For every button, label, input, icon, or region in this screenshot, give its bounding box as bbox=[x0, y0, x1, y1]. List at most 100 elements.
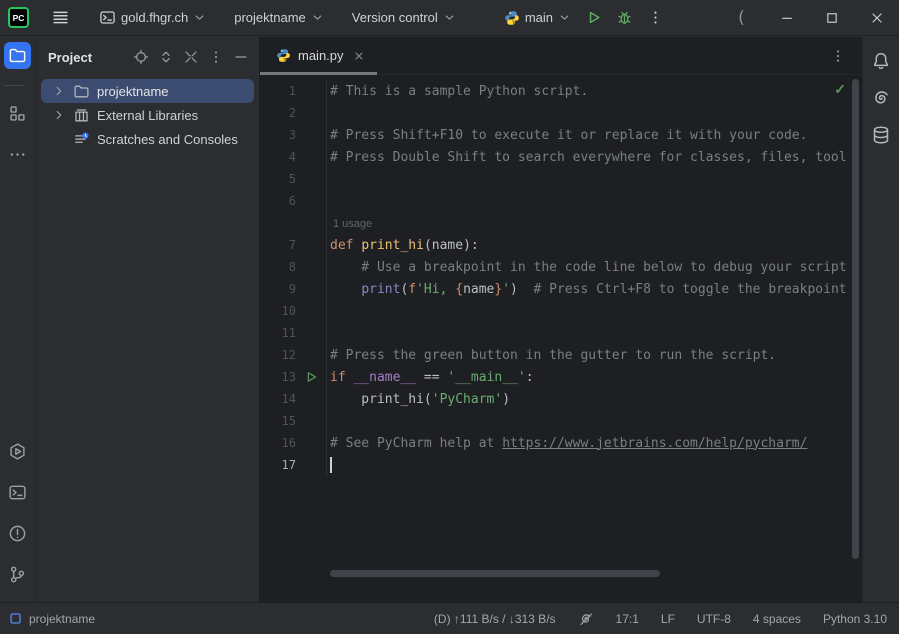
tree-item-scratches-and-consoles[interactable]: Scratches and Consoles bbox=[41, 127, 254, 151]
code-line[interactable]: 1# This is a sample Python script. bbox=[260, 80, 862, 102]
tool-terminal-button[interactable] bbox=[4, 479, 31, 506]
more-actions-button[interactable] bbox=[640, 4, 671, 32]
gutter[interactable] bbox=[296, 454, 327, 476]
gutter[interactable] bbox=[296, 300, 327, 322]
line-number[interactable]: 14 bbox=[260, 392, 296, 406]
status-item[interactable]: UTF-8 bbox=[697, 612, 731, 626]
status-item[interactable]: Python 3.10 bbox=[823, 612, 887, 626]
tab-main-py[interactable]: main.py bbox=[260, 37, 377, 75]
gutter[interactable] bbox=[296, 432, 327, 454]
line-number[interactable]: 16 bbox=[260, 436, 296, 450]
line-number[interactable]: 13 bbox=[260, 370, 296, 384]
run-button[interactable] bbox=[578, 4, 609, 32]
gutter[interactable] bbox=[296, 212, 327, 234]
tool-bell-button[interactable] bbox=[868, 47, 895, 74]
close-window-button[interactable] bbox=[854, 0, 899, 36]
line-number[interactable]: 10 bbox=[260, 304, 296, 318]
run-config-selector[interactable]: main bbox=[497, 4, 578, 32]
hide-icon[interactable] bbox=[233, 49, 249, 65]
code-line[interactable]: 6 bbox=[260, 190, 862, 212]
gutter[interactable] bbox=[296, 234, 327, 256]
line-number[interactable]: 8 bbox=[260, 260, 296, 274]
gutter[interactable] bbox=[296, 344, 327, 366]
line-number[interactable]: 2 bbox=[260, 106, 296, 120]
remote-host-selector[interactable]: gold.fhgr.ch bbox=[92, 4, 213, 32]
vcs-selector[interactable]: Version control bbox=[345, 4, 463, 32]
code-line[interactable]: 17 bbox=[260, 454, 862, 476]
gutter[interactable] bbox=[296, 410, 327, 432]
code-line[interactable]: 16# See PyCharm help at https://www.jetb… bbox=[260, 432, 862, 454]
code-editor[interactable]: 1# This is a sample Python script. 2 3# Pr… bbox=[260, 75, 862, 476]
code-line[interactable]: 2 bbox=[260, 102, 862, 124]
collapse-all-icon[interactable] bbox=[183, 49, 199, 65]
code-line[interactable]: 13if __name__ == '__main__': bbox=[260, 366, 862, 388]
editor-area[interactable]: main.py 1# This is a sample Python scrip… bbox=[260, 37, 862, 602]
project-selector[interactable]: projektname bbox=[227, 4, 331, 32]
line-number[interactable]: 1 bbox=[260, 84, 296, 98]
main-menu-button[interactable] bbox=[45, 4, 76, 32]
expand-all-icon[interactable] bbox=[158, 49, 174, 65]
line-number[interactable]: 11 bbox=[260, 326, 296, 340]
debug-button[interactable] bbox=[609, 4, 640, 32]
gutter[interactable] bbox=[296, 388, 327, 410]
line-number[interactable]: 4 bbox=[260, 150, 296, 164]
tool-more-h-button[interactable] bbox=[4, 141, 31, 168]
code-line[interactable]: 8 # Use a breakpoint in the code line be… bbox=[260, 256, 862, 278]
horizontal-scrollbar[interactable] bbox=[330, 570, 660, 577]
tab-close-icon[interactable] bbox=[353, 50, 365, 62]
code-line[interactable]: 12# Press the green button in the gutter… bbox=[260, 344, 862, 366]
status-item[interactable]: LF bbox=[661, 612, 675, 626]
code-line[interactable]: 11 bbox=[260, 322, 862, 344]
line-number[interactable]: 17 bbox=[260, 458, 296, 472]
code-line[interactable]: 14 print_hi('PyCharm') bbox=[260, 388, 862, 410]
gutter[interactable] bbox=[296, 102, 327, 124]
tool-ai-swirl-button[interactable] bbox=[868, 84, 895, 111]
gutter[interactable] bbox=[296, 256, 327, 278]
code-line[interactable]: 9 print(f'Hi, {name}') # Press Ctrl+F8 t… bbox=[260, 278, 862, 300]
code-line[interactable]: 7def print_hi(name): bbox=[260, 234, 862, 256]
tree-item-external-libraries[interactable]: External Libraries bbox=[41, 103, 254, 127]
maximize-button[interactable] bbox=[809, 0, 854, 36]
tool-services-button[interactable] bbox=[4, 438, 31, 465]
tool-database-button[interactable] bbox=[868, 121, 895, 148]
tool-structure-button[interactable] bbox=[4, 100, 31, 127]
code-line[interactable]: 4# Press Double Shift to search everywhe… bbox=[260, 146, 862, 168]
tool-project-folder-button[interactable] bbox=[4, 42, 31, 69]
status-project-widget[interactable]: projektname bbox=[8, 611, 95, 626]
tree-item-projektname[interactable]: projektname bbox=[41, 79, 254, 103]
code-inlay-row[interactable]: 1 usage bbox=[260, 212, 862, 234]
gutter[interactable] bbox=[296, 366, 327, 388]
gutter[interactable] bbox=[296, 168, 327, 190]
line-number[interactable]: 9 bbox=[260, 282, 296, 296]
gutter[interactable] bbox=[296, 190, 327, 212]
status-item[interactable]: 17:1 bbox=[616, 612, 639, 626]
line-number[interactable]: 7 bbox=[260, 238, 296, 252]
vertical-scrollbar[interactable] bbox=[852, 79, 859, 559]
line-number[interactable]: 12 bbox=[260, 348, 296, 362]
target-icon[interactable] bbox=[133, 49, 149, 65]
tool-problems-button[interactable] bbox=[4, 520, 31, 547]
line-number[interactable]: 5 bbox=[260, 172, 296, 186]
code-line[interactable]: 5 bbox=[260, 168, 862, 190]
gutter[interactable] bbox=[296, 80, 327, 102]
gutter[interactable] bbox=[296, 146, 327, 168]
code-line[interactable]: 3# Press Shift+F10 to execute it or repl… bbox=[260, 124, 862, 146]
gutter[interactable] bbox=[296, 322, 327, 344]
tool-git-button[interactable] bbox=[4, 561, 31, 588]
kebab-icon[interactable] bbox=[208, 49, 224, 65]
code-line[interactable]: 15 bbox=[260, 410, 862, 432]
inspection-ok-icon[interactable]: ✓ bbox=[834, 81, 846, 98]
ai-off-icon[interactable] bbox=[578, 611, 594, 627]
line-number[interactable]: 6 bbox=[260, 194, 296, 208]
status-item[interactable]: (D) ↑111 B/s / ↓313 B/s bbox=[434, 612, 556, 626]
status-item[interactable]: 4 spaces bbox=[753, 612, 801, 626]
gutter-run-icon[interactable] bbox=[304, 370, 318, 384]
minimize-button[interactable] bbox=[764, 0, 809, 36]
line-number[interactable]: 3 bbox=[260, 128, 296, 142]
gutter[interactable] bbox=[296, 124, 327, 146]
project-folder-icon bbox=[8, 46, 27, 65]
gutter[interactable] bbox=[296, 278, 327, 300]
editor-options-kebab-icon[interactable] bbox=[830, 48, 846, 64]
line-number[interactable]: 15 bbox=[260, 414, 296, 428]
code-line[interactable]: 10 bbox=[260, 300, 862, 322]
